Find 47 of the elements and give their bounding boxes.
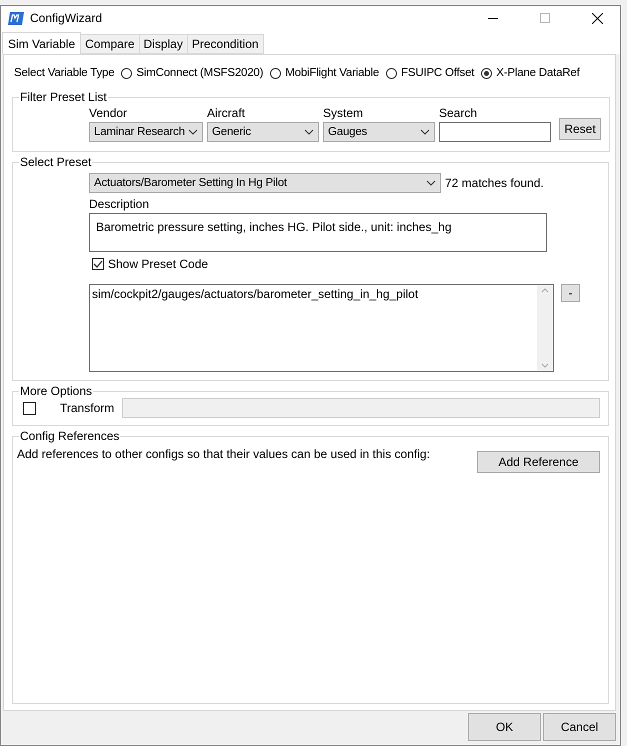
radio-icon[interactable] — [270, 68, 282, 78]
radio-option[interactable]: MobiFlight Variable — [270, 67, 380, 79]
field-label: Search — [439, 106, 478, 120]
radio-option[interactable]: SimConnect (MSFS2020) — [121, 67, 264, 79]
chevron-down-icon — [420, 129, 430, 135]
tab[interactable]: Precondition — [186, 34, 264, 54]
dropdown[interactable]: Laminar Research — [89, 122, 203, 142]
field-label: Description — [89, 197, 150, 211]
field-label: Vendor — [89, 106, 128, 120]
chevron-down-icon — [426, 180, 436, 186]
dropdown[interactable]: Generic — [207, 122, 319, 142]
group-title: Config References — [19, 429, 120, 443]
dialog-button[interactable]: Cancel — [543, 713, 616, 741]
field-label: Aircraft — [207, 106, 246, 120]
checkbox-label: Show Preset Code — [108, 257, 208, 271]
radio-icon[interactable] — [481, 68, 492, 78]
match-count: 72 matches found. — [445, 176, 544, 190]
add-reference-button[interactable]: Add Reference — [477, 451, 600, 473]
chevron-down-icon — [304, 129, 314, 135]
app-logo-icon — [8, 12, 24, 24]
code-field[interactable]: sim/cockpit2/gauges/actuators/barometer_setting_in_hg_pilot — [89, 284, 554, 372]
description-field[interactable]: Barometric pressure setting, inches HG. Pilot side., unit: inches_hg — [89, 213, 547, 252]
search-field[interactable] — [439, 122, 551, 142]
reset-button[interactable]: Reset — [559, 118, 601, 140]
tab[interactable]: Display — [138, 34, 188, 54]
group-title: Filter Preset List — [19, 90, 108, 104]
tab[interactable]: Sim Variable — [2, 32, 82, 54]
dropdown[interactable]: Gauges — [323, 122, 435, 142]
checkbox[interactable] — [23, 402, 36, 414]
collapse-button[interactable]: - — [561, 284, 580, 302]
radio-icon[interactable] — [386, 68, 398, 78]
dialog-button[interactable]: OK — [468, 713, 541, 741]
radio-icon[interactable] — [121, 68, 132, 78]
checkbox-label: Transform — [60, 401, 114, 415]
tab[interactable]: Compare — [80, 34, 140, 54]
field-label: Select Variable Type — [14, 67, 114, 79]
group-title: More Options — [19, 384, 94, 398]
description-text: Add references to other configs so that their values can be used in this config: — [17, 447, 430, 461]
dropdown[interactable]: Actuators/Barometer Setting In Hg Pilot — [89, 173, 441, 193]
window-title: ConfigWizard — [30, 11, 104, 25]
radio-option[interactable]: FSUIPC Offset — [386, 67, 474, 79]
checkbox[interactable] — [92, 258, 104, 270]
field-label: System — [323, 106, 364, 120]
chevron-down-icon — [188, 129, 198, 135]
group-title: Select Preset — [19, 155, 92, 169]
radio-option[interactable]: X-Plane DataRef — [481, 67, 580, 79]
close-icon[interactable] — [592, 12, 602, 24]
